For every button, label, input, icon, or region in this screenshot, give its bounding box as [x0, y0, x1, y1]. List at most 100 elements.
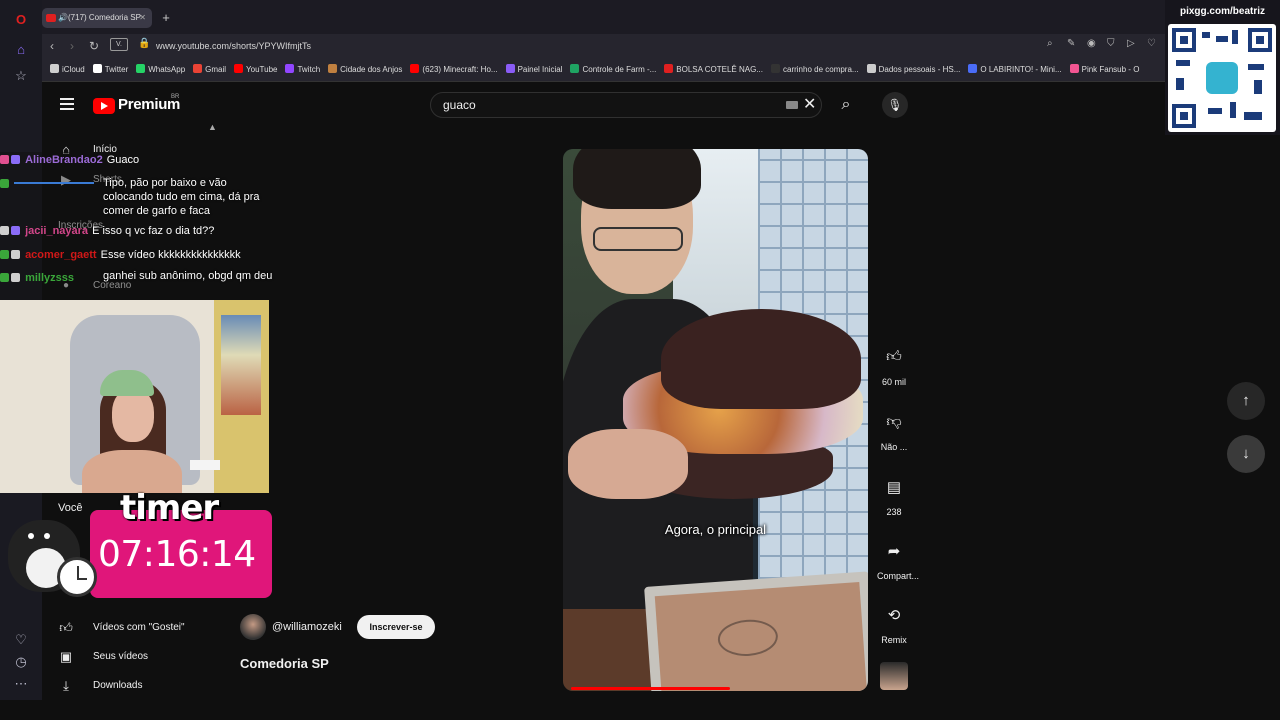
close-tab-icon[interactable]: ✕ — [139, 8, 146, 28]
share-button[interactable]: ➦ Compart... — [877, 536, 919, 581]
comment-icon[interactable]: ▤ — [877, 472, 911, 502]
qr-module — [1176, 78, 1184, 90]
previous-short-button[interactable]: ↑ — [1227, 382, 1265, 420]
reload-icon[interactable]: ↻ — [86, 38, 102, 54]
bookmark-label: Pink Fansub - O — [1081, 65, 1140, 74]
share-icon[interactable]: ➦ — [877, 536, 911, 566]
bookmark-item[interactable]: Gmail — [193, 58, 226, 81]
bookmark-label: (623) Minecraft: Ho... — [422, 65, 498, 74]
sidebar-item-label: Você — [58, 502, 83, 514]
tab-active[interactable]: 🔊 (717) Comedoria SP ✕ — [42, 8, 152, 28]
chat-badge-icon — [0, 179, 9, 188]
short-video-player[interactable]: Agora, o principal — [563, 149, 868, 691]
bookmark-item[interactable]: Controle de Farm -... — [570, 58, 657, 81]
next-short-button[interactable]: ↓ — [1227, 435, 1265, 473]
search-icon[interactable]: ⌕ — [834, 92, 858, 118]
youtube-logo-icon[interactable] — [93, 98, 115, 114]
bookmark-item[interactable]: WhatsApp — [136, 58, 185, 81]
video-progress-bar[interactable] — [571, 687, 730, 690]
subscribe-button[interactable]: Inscrever-se — [357, 615, 435, 639]
bookmark-item[interactable]: Twitter — [92, 58, 128, 81]
like-count: 60 mil — [881, 377, 906, 387]
sidebar-item-label: Downloads — [93, 680, 143, 691]
bookmark-item[interactable]: Dados pessoais - HS... — [866, 58, 960, 81]
qr-url: pixgg.com/beatriz — [1179, 6, 1265, 17]
sound-avatar[interactable] — [880, 662, 908, 690]
video-title[interactable]: Comedoria SP — [240, 656, 329, 671]
thumbs-down-icon[interactable]: 👎︎ — [877, 407, 911, 437]
qr-finder — [1248, 28, 1272, 52]
bookmark-label: BOLSA COTELÊ NAG... — [676, 65, 763, 74]
remix-button[interactable]: ⟲ Remix — [877, 600, 911, 645]
bookmark-item[interactable]: carrinho de compra... — [771, 58, 859, 81]
url-field[interactable]: www.youtube.com/shorts/YPYWIfmjtTs — [156, 34, 311, 58]
bookmark-item[interactable]: O LABIRINTO! - Mini... — [968, 58, 1062, 81]
bookmark-item[interactable]: YouTube — [234, 58, 277, 81]
lock-icon[interactable]: 🔒 — [138, 38, 150, 49]
home-icon[interactable]: ⌂ — [13, 42, 29, 58]
burger-bun-top — [661, 309, 861, 409]
qr-module — [1244, 112, 1262, 120]
tab-bar: 🔊 (717) Comedoria SP ✕ + — [42, 0, 1280, 34]
menu-icon[interactable] — [60, 98, 74, 110]
bookmark-item[interactable]: Twitch — [285, 58, 320, 81]
remix-label: Remix — [881, 635, 907, 645]
speaker-icon[interactable]: 🔊 — [58, 8, 68, 28]
extension-icon[interactable]: V. — [110, 38, 128, 51]
bookmark-item[interactable]: BOLSA COTELÊ NAG... — [664, 58, 763, 81]
back-icon[interactable]: ‹ — [44, 38, 60, 54]
clear-search-icon[interactable]: ✕ — [803, 96, 816, 114]
heart-icon[interactable]: ♡ — [13, 632, 29, 648]
like-button[interactable]: 👍︎ 60 mil — [877, 342, 911, 387]
qr-finder — [1172, 28, 1196, 52]
chat-badge-icon — [0, 250, 9, 259]
comments-count: 238 — [886, 507, 902, 517]
search-box[interactable]: guaco ✕ — [430, 92, 822, 118]
dislike-button[interactable]: 👎︎ Não ... — [877, 407, 911, 452]
qr-module — [1232, 30, 1238, 44]
chat-line — [0, 178, 95, 190]
comments-button[interactable]: ▤ 238 — [877, 472, 911, 517]
chat-message: Guaco — [106, 154, 140, 166]
shield-icon[interactable]: ⛉ — [1107, 38, 1115, 49]
channel-name[interactable]: @williamozeki — [272, 621, 342, 633]
bookmark-item[interactable]: iCloud — [50, 58, 85, 81]
qr-center-logo — [1206, 62, 1238, 94]
bookmark-label: Controle de Farm -... — [582, 65, 657, 74]
webcam-body — [82, 450, 182, 493]
star-icon[interactable]: ☆ — [13, 68, 29, 84]
edit-icon[interactable]: ✎ — [1067, 38, 1075, 49]
chat-badge-icon — [0, 273, 9, 282]
chat-user: millyzsss — [25, 272, 74, 284]
forward-icon[interactable]: › — [64, 38, 80, 54]
bookmark-label: Cidade dos Anjos — [340, 65, 403, 74]
remix-icon[interactable]: ⟲ — [877, 600, 911, 630]
opera-logo-icon[interactable]: O — [13, 12, 29, 28]
qr-module — [1208, 108, 1222, 114]
sidebar-item-label: Vídeos com "Gostei" — [93, 622, 185, 633]
chevron-up-icon[interactable]: ▲ — [208, 122, 217, 132]
history-icon[interactable]: ◷ — [13, 654, 29, 670]
search-input[interactable]: guaco — [443, 93, 476, 117]
bookmark-item[interactable]: Painel Inicial — [505, 58, 562, 81]
bookmark-heart-icon[interactable]: ♡ — [1147, 38, 1156, 49]
more-icon[interactable]: ⋯ — [13, 676, 29, 692]
play-icon[interactable]: ▷ — [1127, 38, 1135, 49]
keyboard-icon[interactable] — [786, 101, 798, 109]
chat-badge-icon — [11, 226, 20, 235]
chat-badge-icon — [11, 250, 20, 259]
new-tab-button[interactable]: + — [159, 10, 173, 26]
thumbs-up-icon[interactable]: 👍︎ — [877, 342, 911, 372]
bookmark-item[interactable]: (623) Minecraft: Ho... — [410, 58, 498, 81]
timer-value: 07:16:14 — [98, 534, 256, 575]
bookmark-favicon-icon — [771, 64, 780, 73]
video-caption: Agora, o principal — [664, 522, 767, 537]
bookmark-item[interactable]: Pink Fansub - O — [1069, 58, 1140, 81]
bookmark-item[interactable]: Cidade dos Anjos — [328, 58, 403, 81]
camera-icon[interactable]: ◉ — [1087, 38, 1096, 49]
mic-icon[interactable]: 🎙 — [882, 92, 908, 118]
qr-code-icon — [1168, 24, 1276, 132]
channel-avatar[interactable] — [240, 614, 266, 640]
zoom-icon[interactable]: ⌕ — [1047, 38, 1053, 49]
bookmark-label: iCloud — [62, 65, 85, 74]
